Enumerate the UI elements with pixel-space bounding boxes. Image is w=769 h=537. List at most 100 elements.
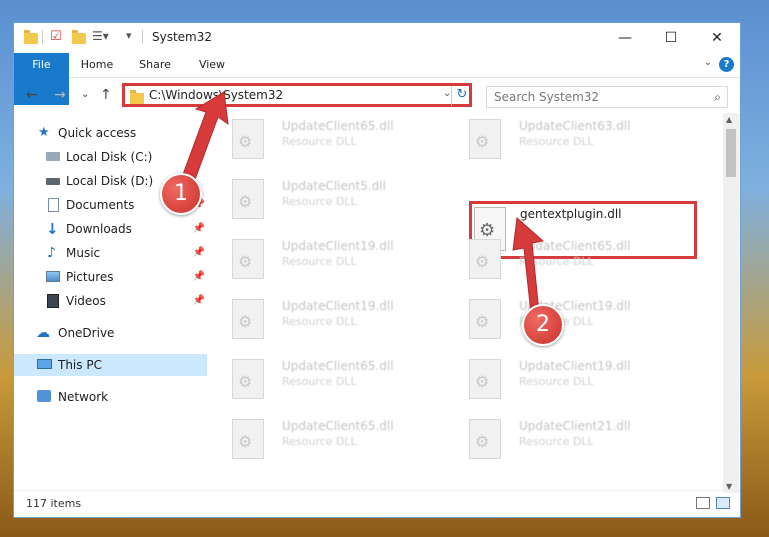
- sidebar-item-downloads[interactable]: ↓ Downloads 📌: [14, 218, 207, 240]
- file-item[interactable]: UpdateClient5.dll Resource DLL: [224, 173, 454, 225]
- search-icon[interactable]: ⌕: [714, 90, 721, 105]
- sidebar-item-label: Videos: [66, 294, 106, 308]
- file-type: Resource DLL: [519, 435, 594, 448]
- file-name: UpdateClient19.dll: [282, 299, 394, 313]
- scroll-up-icon[interactable]: ▲: [726, 115, 732, 124]
- cloud-icon: ☁: [36, 325, 50, 341]
- separator: [42, 30, 43, 44]
- tab-view[interactable]: View: [192, 53, 232, 77]
- dll-file-icon: [232, 419, 264, 459]
- dll-file-icon: [469, 239, 501, 279]
- file-item[interactable]: UpdateClient63.dll Resource DLL: [461, 113, 691, 165]
- search-placeholder: Search System32: [494, 90, 600, 104]
- item-count: 117 items: [26, 497, 82, 510]
- close-button[interactable]: ✕: [694, 23, 740, 53]
- sidebar-item-label: Music: [66, 246, 101, 260]
- address-bar[interactable]: C:\Windows\System32 ⌄: [122, 83, 472, 107]
- sidebar-item-label: This PC: [58, 358, 102, 372]
- drive-icon: [46, 152, 60, 161]
- file-item[interactable]: UpdateClient19.dll Resource DLL: [461, 353, 691, 405]
- document-icon: [48, 198, 59, 212]
- sidebar-item-label: Local Disk (D:): [66, 174, 154, 188]
- file-type: Resource DLL: [282, 255, 357, 268]
- file-item[interactable]: UpdateClient19.dll Resource DLL: [461, 293, 691, 345]
- separator: [142, 30, 143, 44]
- pin-icon[interactable]: 📌: [193, 218, 205, 240]
- file-item[interactable]: UpdateClient65.dll Resource DLL: [461, 233, 691, 285]
- file-type: Resource DLL: [282, 435, 357, 448]
- maximize-button[interactable]: ☐: [648, 23, 694, 53]
- chevron-down-icon[interactable]: ▾: [126, 29, 132, 42]
- details-view-icon[interactable]: [696, 497, 710, 509]
- pin-icon[interactable]: 📌: [193, 266, 205, 288]
- sidebar-item-label: Local Disk (C:): [66, 150, 153, 164]
- file-explorer-window: ☑ ☰▾ ▾ System32 — ☐ ✕ File Home Share Vi…: [13, 22, 741, 518]
- tab-share[interactable]: Share: [134, 53, 176, 77]
- sidebar-item-videos[interactable]: Videos 📌: [14, 290, 207, 312]
- file-type: Resource DLL: [282, 135, 357, 148]
- file-name: UpdateClient65.dll: [282, 419, 394, 433]
- dll-file-icon: [232, 179, 264, 219]
- file-type: Resource DLL: [519, 255, 594, 268]
- file-name: UpdateClient21.dll: [519, 419, 631, 433]
- scrollbar-thumb[interactable]: [726, 129, 736, 177]
- dll-file-icon: [232, 119, 264, 159]
- network-icon: [37, 390, 51, 402]
- file-item[interactable]: UpdateClient65.dll Resource DLL: [224, 353, 454, 405]
- tab-home[interactable]: Home: [76, 53, 118, 77]
- pin-icon[interactable]: 📌: [193, 290, 205, 312]
- pin-icon[interactable]: 📌: [193, 242, 205, 264]
- properties-icon[interactable]: ☑: [50, 29, 62, 44]
- search-input[interactable]: Search System32 ⌕: [486, 86, 728, 108]
- address-path[interactable]: C:\Windows\System32: [149, 88, 283, 102]
- recent-locations-chevron-icon[interactable]: ⌄: [81, 89, 89, 100]
- file-item[interactable]: UpdateClient65.dll Resource DLL: [224, 113, 454, 165]
- sidebar-item-network[interactable]: Network: [14, 386, 207, 408]
- sidebar-item-local-disk-c[interactable]: Local Disk (C:): [14, 146, 207, 168]
- vertical-scrollbar[interactable]: ▲ ▼: [723, 113, 739, 493]
- file-item[interactable]: UpdateClient19.dll Resource DLL: [224, 293, 454, 345]
- file-item[interactable]: UpdateClient65.dll Resource DLL: [224, 413, 454, 465]
- minimize-button[interactable]: —: [602, 23, 648, 53]
- file-name: UpdateClient65.dll: [282, 119, 394, 133]
- dll-file-icon: [232, 299, 264, 339]
- download-icon: ↓: [46, 220, 59, 238]
- back-arrow-icon[interactable]: ←: [26, 87, 38, 103]
- forward-arrow-icon[interactable]: →: [54, 87, 66, 103]
- file-name: UpdateClient63.dll: [519, 119, 631, 133]
- file-item[interactable]: UpdateClient19.dll Resource DLL: [224, 233, 454, 285]
- dll-file-icon: [469, 359, 501, 399]
- file-item[interactable]: UpdateClient21.dll Resource DLL: [461, 413, 691, 465]
- sidebar-item-pictures[interactable]: Pictures 📌: [14, 266, 207, 288]
- dll-file-icon: [469, 299, 501, 339]
- sidebar-item-label: Pictures: [66, 270, 114, 284]
- navigation-pane: ★ Quick access Local Disk (C:) Local Dis…: [14, 113, 211, 493]
- status-bar: 117 items: [14, 490, 740, 517]
- step-1-badge: 1: [160, 173, 202, 215]
- dll-file-icon: [469, 419, 501, 459]
- quick-access-customize-icon[interactable]: ☰▾: [92, 29, 109, 43]
- file-name: UpdateClient5.dll: [282, 179, 386, 193]
- video-icon: [47, 294, 59, 308]
- up-arrow-icon[interactable]: ↑: [100, 87, 112, 103]
- file-type: Resource DLL: [282, 375, 357, 388]
- sidebar-item-onedrive[interactable]: ☁ OneDrive: [14, 322, 207, 344]
- sidebar-item-label: Quick access: [58, 126, 137, 140]
- computer-icon: [37, 359, 52, 369]
- expand-ribbon-icon[interactable]: ⌄: [704, 57, 712, 68]
- sidebar-item-label: Documents: [66, 198, 135, 212]
- file-type: Resource DLL: [519, 375, 594, 388]
- dll-file-icon: [469, 119, 501, 159]
- file-type: Resource DLL: [282, 315, 357, 328]
- sidebar-item-this-pc[interactable]: This PC: [14, 354, 207, 376]
- drive-icon: [46, 178, 60, 185]
- sidebar-item-quick-access[interactable]: ★ Quick access: [14, 122, 207, 144]
- ribbon: File Home Share View ⌄ ?: [14, 53, 740, 105]
- sidebar-item-music[interactable]: ♪ Music 📌: [14, 242, 207, 264]
- music-icon: ♪: [47, 245, 56, 261]
- refresh-icon[interactable]: ↻: [451, 86, 472, 106]
- large-icons-view-icon[interactable]: [716, 497, 730, 509]
- file-name: UpdateClient65.dll: [519, 239, 631, 253]
- window-title: System32: [152, 30, 213, 44]
- help-icon[interactable]: ?: [719, 57, 734, 72]
